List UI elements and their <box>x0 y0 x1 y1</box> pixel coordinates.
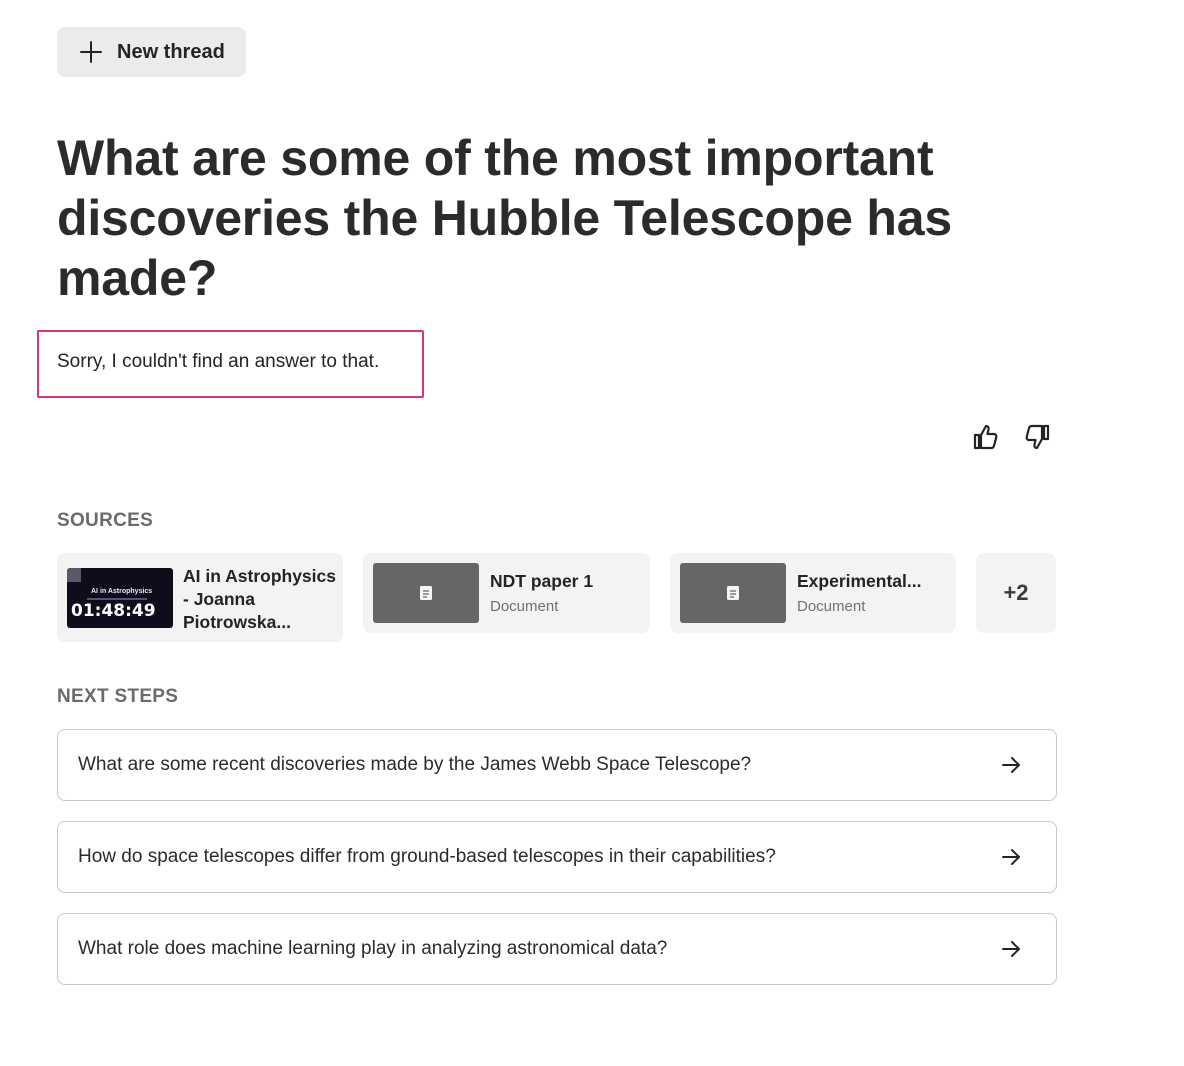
source-title: Experimental... <box>797 571 922 591</box>
document-thumbnail <box>680 563 786 623</box>
next-step-text: What role does machine learning play in … <box>78 938 668 959</box>
source-card-document[interactable]: NDT paper 1 Document <box>363 553 650 633</box>
next-steps-heading: NEXT STEPS <box>57 686 179 707</box>
plus-icon <box>80 41 102 63</box>
next-step-item[interactable]: What are some recent discoveries made by… <box>57 729 1057 801</box>
new-thread-label: New thread <box>117 40 225 63</box>
answer-highlight: Sorry, I couldn't find an answer to that… <box>37 330 424 398</box>
next-step-item[interactable]: What role does machine learning play in … <box>57 913 1057 985</box>
arrow-right-icon <box>1002 849 1020 865</box>
source-type: Document <box>797 598 866 615</box>
answer-text: Sorry, I couldn't find an answer to that… <box>57 351 380 372</box>
page-title: What are some of the most important disc… <box>57 130 952 306</box>
source-title: AI in Astrophysics - Joanna Piotrowska..… <box>183 566 336 632</box>
next-step-text: What are some recent discoveries made by… <box>78 754 752 775</box>
thumbs-up-icon <box>973 424 998 450</box>
thumbs-down-icon <box>1025 424 1050 450</box>
document-icon <box>727 586 739 600</box>
video-thumbnail-rule <box>87 598 147 600</box>
next-step-item[interactable]: How do space telescopes differ from grou… <box>57 821 1057 893</box>
new-thread-button[interactable]: New thread <box>57 27 246 77</box>
document-thumbnail <box>373 563 479 623</box>
document-icon <box>420 586 432 600</box>
arrow-right-icon <box>1002 757 1020 773</box>
sources-heading: SOURCES <box>57 510 154 531</box>
video-duration: 01:48:49 <box>71 601 156 621</box>
page: New thread What are some of the most imp… <box>0 0 1184 1066</box>
source-card-document[interactable]: Experimental... Document <box>670 553 956 633</box>
more-sources-button[interactable]: +2 <box>976 553 1056 633</box>
source-title: NDT paper 1 <box>490 571 594 591</box>
thumbs-down-button[interactable] <box>1021 420 1053 454</box>
video-presenter-image <box>67 568 81 582</box>
thumbs-up-button[interactable] <box>970 420 1002 454</box>
arrow-right-icon <box>1002 941 1020 957</box>
video-thumbnail-caption: AI in Astrophysics <box>91 588 153 595</box>
next-step-text: How do space telescopes differ from grou… <box>78 846 776 867</box>
source-type: Document <box>490 598 559 615</box>
source-card-video[interactable]: AI in Astrophysics 01:48:49 AI in Astrop… <box>57 553 343 642</box>
video-thumbnail: AI in Astrophysics 01:48:49 <box>67 568 173 628</box>
